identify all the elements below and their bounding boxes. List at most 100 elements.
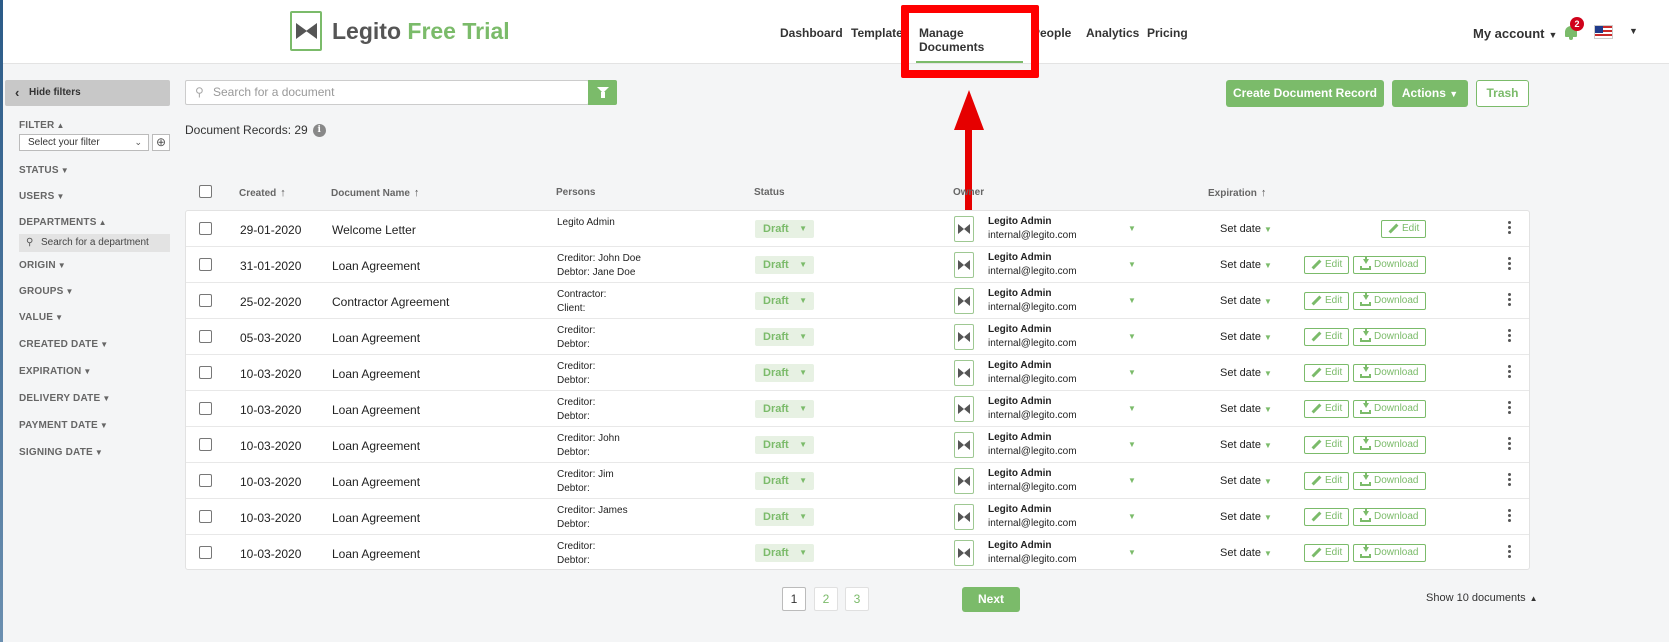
groups-filter[interactable]: GROUPS ▼ [19, 286, 74, 297]
column-document-name[interactable]: Document Name ↑ [331, 187, 419, 199]
expiration-date-select[interactable]: Set date ▼ [1220, 259, 1272, 271]
expiration-date-select[interactable]: Set date ▼ [1220, 295, 1272, 307]
column-expiration[interactable]: Expiration ↑ [1208, 187, 1266, 199]
edit-button[interactable]: Edit [1304, 256, 1349, 274]
expiration-date-select[interactable]: Set date ▼ [1220, 439, 1272, 451]
status-dropdown[interactable]: Draft ▼ [755, 436, 814, 454]
page-1-button[interactable]: 1 [782, 587, 806, 611]
row-checkbox[interactable] [199, 330, 212, 343]
table-row[interactable]: 10-03-2020 Loan Agreement Creditor: Debtor:… [186, 535, 1529, 571]
document-name[interactable]: Loan Agreement [332, 439, 420, 453]
owner-caret-down-icon[interactable]: ▼ [1128, 332, 1136, 341]
row-checkbox[interactable] [199, 438, 212, 451]
row-checkbox[interactable] [199, 510, 212, 523]
signing-date-filter[interactable]: SIGNING DATE ▼ [19, 447, 103, 458]
download-button[interactable]: Download [1353, 472, 1426, 490]
expiration-date-select[interactable]: Set date ▼ [1220, 223, 1272, 235]
status-dropdown[interactable]: Draft ▼ [755, 472, 814, 490]
delivery-date-filter[interactable]: DELIVERY DATE ▼ [19, 393, 110, 404]
more-options-icon[interactable] [1508, 257, 1512, 271]
expiration-filter[interactable]: EXPIRATION ▼ [19, 366, 92, 377]
table-row[interactable]: 05-03-2020 Loan Agreement Creditor: Debtor:… [186, 319, 1529, 355]
status-dropdown[interactable]: Draft ▼ [755, 220, 814, 238]
edit-button[interactable]: Edit [1304, 472, 1349, 490]
edit-button[interactable]: Edit [1304, 292, 1349, 310]
status-dropdown[interactable]: Draft ▼ [755, 544, 814, 562]
add-filter-icon[interactable]: ⊕ [152, 134, 170, 151]
departments-filter[interactable]: DEPARTMENTS ▲ [19, 217, 107, 228]
table-row[interactable]: 25-02-2020 Contractor Agreement Contractor… [186, 283, 1529, 319]
expiration-date-select[interactable]: Set date ▼ [1220, 475, 1272, 487]
document-name[interactable]: Contractor Agreement [332, 295, 449, 309]
row-checkbox[interactable] [199, 294, 212, 307]
column-created[interactable]: Created ↑ [239, 187, 286, 199]
status-dropdown[interactable]: Draft ▼ [755, 256, 814, 274]
download-button[interactable]: Download [1353, 292, 1426, 310]
my-account-menu[interactable]: My account ▼ [1473, 26, 1557, 41]
more-options-icon[interactable] [1508, 545, 1512, 559]
row-checkbox[interactable] [199, 402, 212, 415]
owner-caret-down-icon[interactable]: ▼ [1128, 368, 1136, 377]
owner-caret-down-icon[interactable]: ▼ [1128, 260, 1136, 269]
download-button[interactable]: Download [1353, 400, 1426, 418]
select-all-checkbox[interactable] [199, 185, 212, 198]
download-button[interactable]: Download [1353, 328, 1426, 346]
created-date-filter[interactable]: CREATED DATE ▼ [19, 339, 108, 350]
row-checkbox[interactable] [199, 222, 212, 235]
nav-pricing[interactable]: Pricing [1147, 26, 1188, 40]
create-document-record-button[interactable]: Create Document Record [1226, 80, 1384, 107]
expiration-date-select[interactable]: Set date ▼ [1220, 367, 1272, 379]
more-options-icon[interactable] [1508, 473, 1512, 487]
more-options-icon[interactable] [1508, 329, 1512, 343]
more-options-icon[interactable] [1508, 365, 1512, 379]
owner-caret-down-icon[interactable]: ▼ [1128, 404, 1136, 413]
row-checkbox[interactable] [199, 258, 212, 271]
page-size-select[interactable]: Show 10 documents ▲ [1426, 592, 1538, 604]
document-name[interactable]: Loan Agreement [332, 547, 420, 561]
actions-button[interactable]: Actions ▼ [1392, 80, 1468, 107]
row-checkbox[interactable] [199, 546, 212, 559]
status-filter[interactable]: STATUS ▼ [19, 165, 69, 176]
filter-button[interactable] [588, 80, 617, 105]
us-flag-icon[interactable] [1594, 25, 1613, 39]
expiration-date-select[interactable]: Set date ▼ [1220, 403, 1272, 415]
table-row[interactable]: 10-03-2020 Loan Agreement Creditor: Debtor:… [186, 391, 1529, 427]
document-name[interactable]: Loan Agreement [332, 475, 420, 489]
payment-date-filter[interactable]: PAYMENT DATE ▼ [19, 420, 108, 431]
download-button[interactable]: Download [1353, 544, 1426, 562]
owner-caret-down-icon[interactable]: ▼ [1128, 476, 1136, 485]
expiration-date-select[interactable]: Set date ▼ [1220, 547, 1272, 559]
table-row[interactable]: 10-03-2020 Loan Agreement Creditor: Jim Deb… [186, 463, 1529, 499]
table-row[interactable]: 31-01-2020 Loan Agreement Creditor: John D… [186, 247, 1529, 283]
edit-button[interactable]: Edit [1304, 400, 1349, 418]
table-row[interactable]: 10-03-2020 Loan Agreement Creditor: James D… [186, 499, 1529, 535]
info-icon[interactable]: i [312, 123, 326, 137]
document-search-input[interactable]: ⚲ Search for a document [185, 80, 589, 105]
more-options-icon[interactable] [1508, 509, 1512, 523]
document-name[interactable]: Loan Agreement [332, 403, 420, 417]
page-3-button[interactable]: 3 [845, 587, 869, 611]
owner-caret-down-icon[interactable]: ▼ [1128, 512, 1136, 521]
download-button[interactable]: Download [1353, 256, 1426, 274]
status-dropdown[interactable]: Draft ▼ [755, 364, 814, 382]
edit-button[interactable]: Edit [1304, 436, 1349, 454]
owner-caret-down-icon[interactable]: ▼ [1128, 224, 1136, 233]
row-checkbox[interactable] [199, 366, 212, 379]
download-button[interactable]: Download [1353, 436, 1426, 454]
status-dropdown[interactable]: Draft ▼ [755, 508, 814, 526]
edit-button[interactable]: Edit [1381, 220, 1426, 238]
status-dropdown[interactable]: Draft ▼ [755, 292, 814, 310]
more-options-icon[interactable] [1508, 437, 1512, 451]
nav-dashboard[interactable]: Dashboard [780, 26, 843, 40]
status-dropdown[interactable]: Draft ▼ [755, 400, 814, 418]
language-caret-icon[interactable]: ▼ [1629, 26, 1638, 36]
document-name[interactable]: Loan Agreement [332, 511, 420, 525]
owner-caret-down-icon[interactable]: ▼ [1128, 440, 1136, 449]
users-filter[interactable]: USERS ▼ [19, 191, 65, 202]
owner-caret-down-icon[interactable]: ▼ [1128, 548, 1136, 557]
filter-heading[interactable]: FILTER ▲ [19, 120, 65, 131]
document-name[interactable]: Welcome Letter [332, 223, 416, 237]
origin-filter[interactable]: ORIGIN ▼ [19, 260, 66, 271]
value-filter[interactable]: VALUE ▼ [19, 312, 63, 323]
edit-button[interactable]: Edit [1304, 544, 1349, 562]
